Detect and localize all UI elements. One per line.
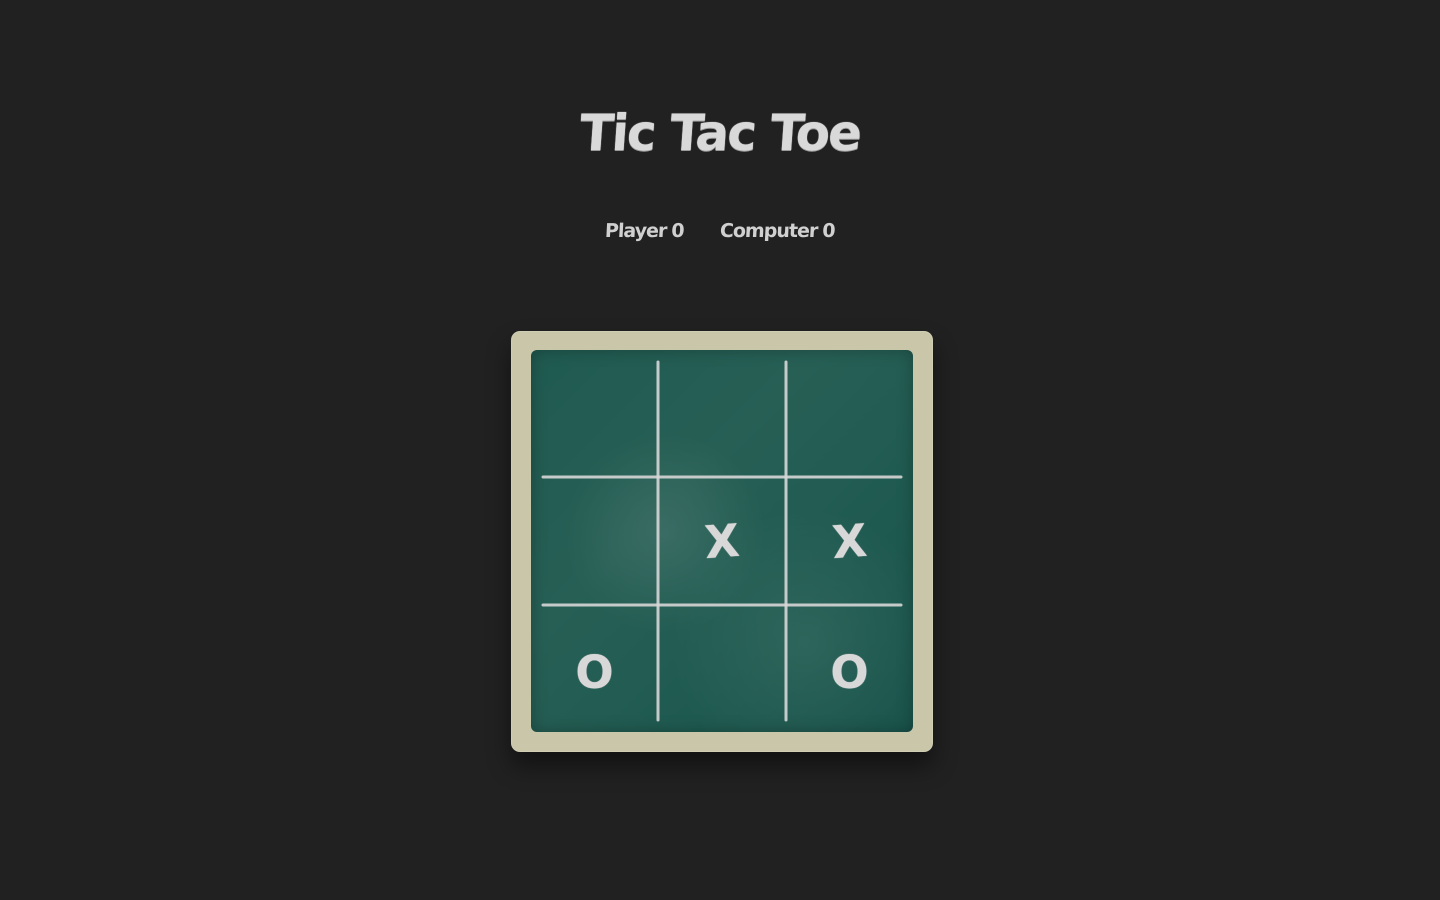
board-cell-2-2[interactable]: O <box>786 609 913 732</box>
board-cell-0-2[interactable] <box>786 350 913 477</box>
board-frame: X X O O <box>511 331 933 752</box>
player-score-label: Player <box>604 220 668 242</box>
board-cell-1-2[interactable]: X <box>782 473 913 610</box>
board-cell-1-0[interactable] <box>531 477 658 605</box>
board-cell-2-0[interactable]: O <box>531 609 658 732</box>
computer-score-value: 0 <box>821 220 836 242</box>
board-cells: X X O O <box>531 350 913 732</box>
computer-score: Computer 0 <box>719 220 835 242</box>
game-page: Tic Tac Toe Player 0 Computer 0 X X O O <box>0 0 1440 900</box>
tic-tac-toe-board: X X O O <box>531 350 913 732</box>
board-cell-1-1[interactable]: X <box>654 473 791 610</box>
page-title: Tic Tac Toe <box>577 104 863 162</box>
board-cell-2-1[interactable] <box>658 605 786 732</box>
player-score: Player 0 <box>605 220 685 242</box>
computer-score-label: Computer <box>719 220 818 242</box>
board-cell-0-0[interactable] <box>531 350 658 477</box>
player-score-value: 0 <box>671 220 685 242</box>
board-cell-0-1[interactable] <box>658 350 786 477</box>
scoreboard: Player 0 Computer 0 <box>0 220 1440 242</box>
